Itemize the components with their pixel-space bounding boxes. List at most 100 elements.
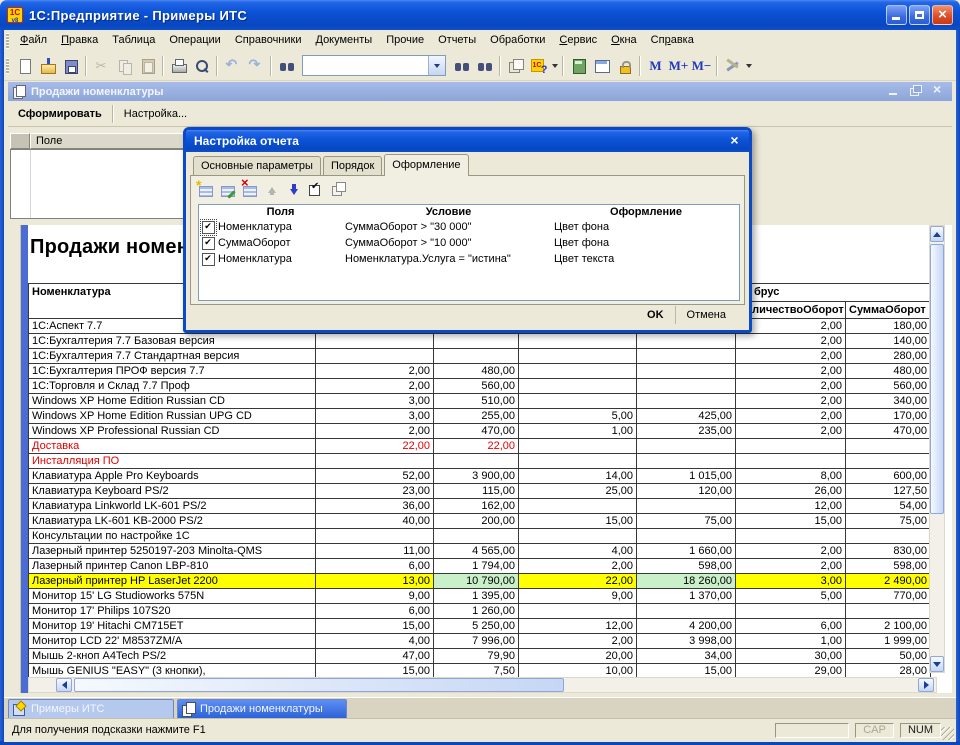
grid-cell-format[interactable]: Цвет фона bbox=[553, 219, 739, 235]
cell-value[interactable]: 770,00 bbox=[846, 589, 931, 604]
cell-nomenclature[interactable]: Монитор 15' LG Studioworks 575N bbox=[29, 589, 316, 604]
dropdown-arrow-icon[interactable] bbox=[550, 55, 559, 77]
move-down-button[interactable] bbox=[283, 179, 305, 199]
cell-value[interactable]: 2,00 bbox=[736, 334, 846, 349]
cell-value[interactable]: 50,00 bbox=[846, 649, 931, 664]
cell-value[interactable]: 12,00 bbox=[519, 619, 637, 634]
cell-value[interactable] bbox=[519, 379, 637, 394]
grid-cell-field[interactable]: СуммаОборот bbox=[217, 235, 344, 251]
cell-value[interactable]: 3 998,00 bbox=[637, 634, 736, 649]
cell-value[interactable]: 598,00 bbox=[637, 559, 736, 574]
cell-value[interactable] bbox=[434, 454, 519, 469]
cell-value[interactable]: 2,00 bbox=[736, 544, 846, 559]
cell-value[interactable]: 200,00 bbox=[434, 514, 519, 529]
column-group-header[interactable]: брус bbox=[736, 284, 931, 302]
cell-value[interactable]: 340,00 bbox=[846, 394, 931, 409]
table-row[interactable]: Лазерный принтер HP LaserJet 220013,0010… bbox=[29, 574, 931, 589]
menu-item-Операции[interactable]: Операции bbox=[162, 31, 227, 50]
cut-button[interactable] bbox=[90, 55, 113, 77]
cell-value[interactable]: 11,00 bbox=[316, 544, 434, 559]
report-window-titlebar[interactable]: Продажи номенклатуры bbox=[8, 82, 952, 101]
cell-value[interactable] bbox=[637, 364, 736, 379]
check-all-button[interactable] bbox=[305, 179, 327, 199]
grid-row[interactable]: ✔НоменклатураСуммаОборот > "30 000"Цвет … bbox=[199, 219, 739, 235]
cell-nomenclature[interactable]: Мышь 2-кноп A4Tech PS/2 bbox=[29, 649, 316, 664]
cell-value[interactable]: 170,00 bbox=[846, 409, 931, 424]
menu-item-Сервис[interactable]: Сервис bbox=[552, 31, 604, 50]
cell-value[interactable] bbox=[846, 439, 931, 454]
table-row[interactable]: Монитор LCD 22' M8537ZM/A4,007 996,002,0… bbox=[29, 634, 931, 649]
cell-value[interactable]: 2,00 bbox=[736, 424, 846, 439]
table-row[interactable]: Клавиатура LK-601 KB-2000 PS/240,00200,0… bbox=[29, 514, 931, 529]
cell-value[interactable] bbox=[434, 349, 519, 364]
horizontal-scrollbar[interactable] bbox=[28, 677, 937, 693]
cell-nomenclature[interactable]: Монитор LCD 22' M8537ZM/A bbox=[29, 634, 316, 649]
edit-row-button[interactable] bbox=[217, 179, 239, 199]
cell-value[interactable]: 1 260,00 bbox=[434, 604, 519, 619]
menu-item-Файл[interactable]: Файл bbox=[13, 31, 54, 50]
table-row[interactable]: Мышь 2-кноп A4Tech PS/247,0079,9020,0034… bbox=[29, 649, 931, 664]
cell-value[interactable]: 1 370,00 bbox=[637, 589, 736, 604]
row-checkbox[interactable]: ✔ bbox=[202, 221, 215, 234]
cell-value[interactable]: 600,00 bbox=[846, 469, 931, 484]
cell-value[interactable]: 280,00 bbox=[846, 349, 931, 364]
grid-cell-field[interactable]: Номенклатура bbox=[217, 251, 344, 267]
cell-value[interactable] bbox=[316, 454, 434, 469]
child-restore-button[interactable] bbox=[908, 84, 924, 98]
cell-value[interactable] bbox=[846, 604, 931, 619]
table-row[interactable]: 1С:Бухгалтерия 7.7 Стандартная версия 2,0… bbox=[29, 349, 931, 364]
child-minimize-button[interactable] bbox=[886, 84, 902, 98]
paste-button[interactable] bbox=[136, 55, 159, 77]
dialog-tab-Порядок[interactable]: Порядок bbox=[323, 156, 382, 175]
cell-value[interactable]: 2 100,00 bbox=[846, 619, 931, 634]
cell-value[interactable]: 15,00 bbox=[316, 619, 434, 634]
cell-value[interactable]: 1 794,00 bbox=[434, 559, 519, 574]
cell-value[interactable] bbox=[637, 529, 736, 544]
cell-value[interactable]: 235,00 bbox=[637, 424, 736, 439]
cell-value[interactable]: 5,00 bbox=[519, 409, 637, 424]
cell-value[interactable]: 510,00 bbox=[434, 394, 519, 409]
cell-value[interactable] bbox=[736, 529, 846, 544]
cell-value[interactable]: 22,00 bbox=[434, 439, 519, 454]
settings-button[interactable]: Настройка... bbox=[114, 102, 197, 126]
menu-item-Окна[interactable]: Окна bbox=[604, 31, 644, 50]
grid-cell-condition[interactable]: СуммаОборот > "30 000" bbox=[344, 219, 553, 235]
cell-value[interactable]: 15,00 bbox=[519, 514, 637, 529]
cell-value[interactable]: 4 565,00 bbox=[434, 544, 519, 559]
cell-value[interactable] bbox=[519, 439, 637, 454]
grid-cell-field[interactable]: Номенклатура bbox=[217, 219, 344, 235]
cell-value[interactable]: 20,00 bbox=[519, 649, 637, 664]
menu-item-Справочники[interactable]: Справочники bbox=[228, 31, 309, 50]
print-button[interactable] bbox=[167, 55, 190, 77]
cell-value[interactable]: 2,00 bbox=[736, 349, 846, 364]
grid-column-header[interactable]: Условие bbox=[344, 205, 553, 219]
dialog-tab-Основные параметры[interactable]: Основные параметры bbox=[193, 156, 321, 175]
generate-button[interactable]: Сформировать bbox=[8, 102, 112, 126]
cell-value[interactable]: 12,00 bbox=[736, 499, 846, 514]
menu-item-Отчеты[interactable]: Отчеты bbox=[431, 31, 483, 50]
cell-value[interactable]: 2,00 bbox=[736, 409, 846, 424]
print-preview-button[interactable] bbox=[190, 55, 213, 77]
cell-value[interactable]: 6,00 bbox=[316, 559, 434, 574]
tools-button[interactable] bbox=[721, 55, 744, 77]
close-button[interactable] bbox=[932, 5, 953, 25]
cell-nomenclature[interactable]: 1С:Бухгалтерия ПРОФ версия 7.7 bbox=[29, 364, 316, 379]
cell-value[interactable]: 180,00 bbox=[846, 319, 931, 334]
cell-value[interactable]: 5 250,00 bbox=[434, 619, 519, 634]
cell-value[interactable]: 3 900,00 bbox=[434, 469, 519, 484]
cell-value[interactable]: 1 660,00 bbox=[637, 544, 736, 559]
table-row[interactable]: Лазерный принтер 5250197-203 Minolta-QMS… bbox=[29, 544, 931, 559]
cell-value[interactable]: 5,00 bbox=[736, 589, 846, 604]
cell-nomenclature[interactable]: Windows XP Professional Russian CD bbox=[29, 424, 316, 439]
table-row[interactable]: 1С:Бухгалтерия 7.7 Базовая версия2,00140… bbox=[29, 334, 931, 349]
combobox-dropdown-icon[interactable] bbox=[428, 56, 445, 75]
cell-value[interactable]: 75,00 bbox=[637, 514, 736, 529]
cell-value[interactable] bbox=[637, 454, 736, 469]
cell-value[interactable]: 1,00 bbox=[736, 634, 846, 649]
cell-value[interactable] bbox=[519, 454, 637, 469]
cell-nomenclature[interactable]: Лазерный принтер HP LaserJet 2200 bbox=[29, 574, 316, 589]
cell-value[interactable] bbox=[316, 529, 434, 544]
cell-value[interactable]: 6,00 bbox=[316, 604, 434, 619]
cell-value[interactable]: 470,00 bbox=[434, 424, 519, 439]
cell-nomenclature[interactable]: 1С:Бухгалтерия 7.7 Стандартная версия bbox=[29, 349, 316, 364]
